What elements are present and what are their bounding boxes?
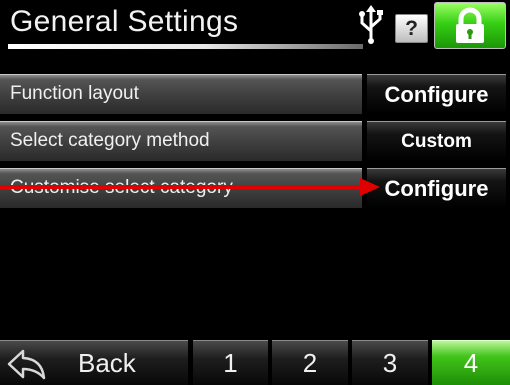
page-title: General Settings	[10, 5, 239, 38]
page-3-button[interactable]: 3	[352, 340, 428, 385]
setting-row-function-layout[interactable]: Function layout	[0, 74, 362, 114]
title-underline	[8, 44, 363, 49]
page-2-button[interactable]: 2	[272, 340, 348, 385]
help-icon: ?	[405, 17, 418, 40]
usb-icon	[359, 5, 383, 44]
page-1-button[interactable]: 1	[193, 340, 268, 385]
lock-button[interactable]	[434, 2, 506, 49]
configure-customise-category-button[interactable]: Configure	[367, 168, 506, 208]
setting-label: Select category method	[10, 130, 210, 151]
page-4-button[interactable]: 4	[432, 340, 510, 385]
help-button[interactable]: ?	[395, 14, 428, 43]
back-arrow-icon	[7, 349, 46, 380]
lock-icon	[456, 7, 484, 43]
category-method-value-button[interactable]: Custom	[367, 121, 506, 161]
setting-row-select-category-method[interactable]: Select category method	[0, 121, 362, 161]
back-button[interactable]: Back	[0, 340, 188, 385]
setting-label: Function layout	[10, 83, 139, 104]
back-label: Back	[78, 348, 136, 378]
annotation-arrow-icon	[0, 178, 380, 196]
configure-function-layout-button[interactable]: Configure	[367, 74, 506, 114]
